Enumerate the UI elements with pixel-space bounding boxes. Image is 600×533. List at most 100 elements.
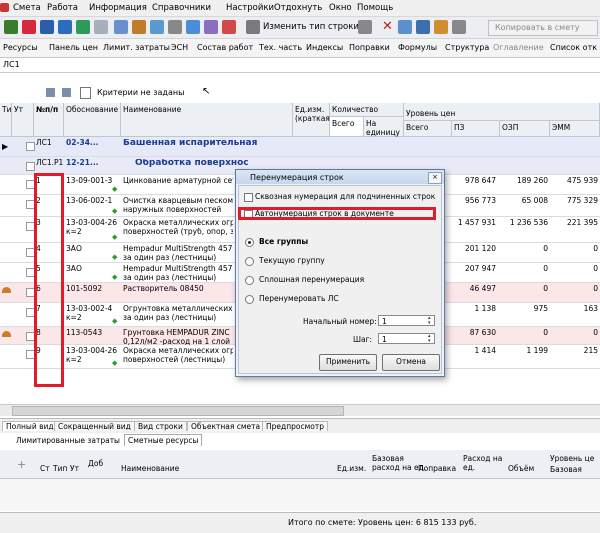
save-icon[interactable] [58,20,72,34]
col-ti[interactable]: Ти [0,103,12,137]
col-qty[interactable]: Количество [330,103,404,117]
calc-icon[interactable] [434,20,448,34]
tab-corrections[interactable]: Поправки [349,43,390,52]
tab-price-panel[interactable]: Панель цен [49,43,98,52]
res-col-add[interactable]: Доб [88,459,103,468]
res-col-correction[interactable]: Поправка [418,464,456,473]
dropdown-icon[interactable] [358,20,372,34]
renumber-ls-radio[interactable] [245,295,254,304]
flag-icon[interactable] [222,20,236,34]
import-icon[interactable] [40,20,54,34]
menu-reference[interactable]: Справочники [152,3,211,13]
col-ut[interactable]: Ут [12,103,34,137]
col-pz[interactable]: ПЗ [452,121,500,137]
res-col-rate[interactable]: Расход на [463,454,502,463]
undo-icon[interactable] [94,20,108,34]
current-group-radio[interactable] [245,257,254,266]
tab-tech-part[interactable]: Тех. часть [259,43,302,52]
table-icon[interactable] [416,20,430,34]
menu-settings[interactable]: Настройки [226,3,274,13]
res-col-unit[interactable]: Ед.изм. [337,464,366,473]
row-checkbox[interactable] [26,162,35,171]
menu-info[interactable]: Информация [89,3,147,13]
row-ozp: 189 260 [516,177,548,185]
document-icon[interactable] [80,87,91,99]
res-col-name[interactable]: Наименование [121,464,179,473]
arrow-up-icon[interactable] [46,88,55,97]
col-unit[interactable]: Ед.изм. (краткая) [293,103,333,137]
menu-help[interactable]: Помощь [357,3,393,13]
col-total[interactable]: Всего [404,121,452,137]
res-col-base[interactable]: Базовая [372,454,404,463]
refresh-icon[interactable] [76,20,90,34]
res-col-type[interactable]: Тип [53,464,67,473]
insert-icon[interactable] [114,20,128,34]
tab-indexes[interactable]: Индексы [306,43,343,52]
menu-work[interactable]: Работа [47,3,78,13]
print-icon[interactable] [168,20,182,34]
cancel-button[interactable]: Отмена [382,354,440,371]
menu-window[interactable]: Окно [329,3,352,13]
tab-formulas[interactable]: Формулы [398,43,437,52]
res-col-volume[interactable]: Объём [508,464,534,473]
res-col-ut[interactable]: Ут [70,464,79,473]
scrollbar-thumb[interactable] [12,406,344,416]
row-emm: 0 [593,329,598,337]
menu-rest[interactable]: Отдохнуть [274,3,322,13]
col-name[interactable]: Наименование [121,103,293,137]
table-row[interactable]: ЛС1 02-34... Башенная испарительная ▶ [0,137,600,157]
through-numbering-checkbox[interactable] [244,193,253,202]
paste-icon[interactable] [150,20,164,34]
row-ozp: 65 008 [521,197,548,205]
tab-contents[interactable]: Оглавление [493,43,544,52]
res-col-st[interactable]: Ст [40,464,50,473]
horizontal-scrollbar[interactable] [0,404,600,416]
tab-limit-costs[interactable]: Лимит. затраты [103,43,170,52]
excel-icon[interactable] [4,20,18,34]
change-type-button[interactable]: Изменить тип строки... [263,22,367,32]
tab-list[interactable]: Список отк [550,43,597,52]
copy-icon[interactable] [132,20,146,34]
address-bar[interactable]: ЛС1 [0,58,600,73]
step-input[interactable]: 1 [378,333,435,344]
col-qty-per[interactable]: На единицу [364,117,404,137]
tab-structure[interactable]: Структура [445,43,489,52]
export-icon[interactable] [22,20,36,34]
col-price-level[interactable]: Уровень цен [404,103,600,121]
change-type-icon[interactable] [246,20,260,34]
tab-resources[interactable]: Ресурсы [3,43,38,52]
status-arrow-icon: ◆ [112,233,118,241]
menu-bar: Смета Работа Информация Справочники Наст… [0,0,600,17]
menu-smeta[interactable]: Смета [13,3,41,13]
tab-full-view[interactable]: Полный вид [2,421,58,431]
row-name: Окраска металлических огр [123,347,233,355]
all-groups-radio[interactable] [245,238,254,247]
col-basis[interactable]: Обоснование [64,103,121,137]
add-icon[interactable]: + [17,458,26,471]
col-ozp[interactable]: ОЗП [500,121,550,137]
tab-row-view[interactable]: Вид строки [134,421,187,431]
tab-object-smeta[interactable]: Объектная смета [187,421,265,431]
copy-to-smeta-button[interactable]: Копировать в смету [488,20,598,36]
tab-short-view[interactable]: Сокращенный вид [54,421,135,431]
start-number-input[interactable]: 1 [378,315,435,326]
continuous-radio[interactable] [245,276,254,285]
delete-icon[interactable]: ✕ [382,19,393,34]
tab-work-composition[interactable]: Состав работ [197,43,253,52]
col-num[interactable]: №п/п [34,103,64,137]
close-icon[interactable]: × [428,172,442,184]
row-checkbox[interactable] [26,142,35,151]
grid-icon[interactable] [398,20,412,34]
col-emm[interactable]: ЭММ [550,121,600,137]
tab-limited-costs[interactable]: Лимитированные затраты [16,436,120,445]
apply-button[interactable]: Применить [319,354,377,371]
col-qty-total[interactable]: Всего [330,117,364,137]
find-icon[interactable] [186,20,200,34]
arrow-down-icon[interactable] [62,88,71,97]
tool-icon[interactable] [204,20,218,34]
res-col-price-level[interactable]: Уровень це [550,454,594,463]
tab-preview[interactable]: Предпросмотр [262,421,328,431]
settings-icon[interactable] [452,20,466,34]
tab-esn[interactable]: ЭСН [171,43,188,52]
tab-smeta-resources[interactable]: Сметные ресурсы [124,434,203,446]
